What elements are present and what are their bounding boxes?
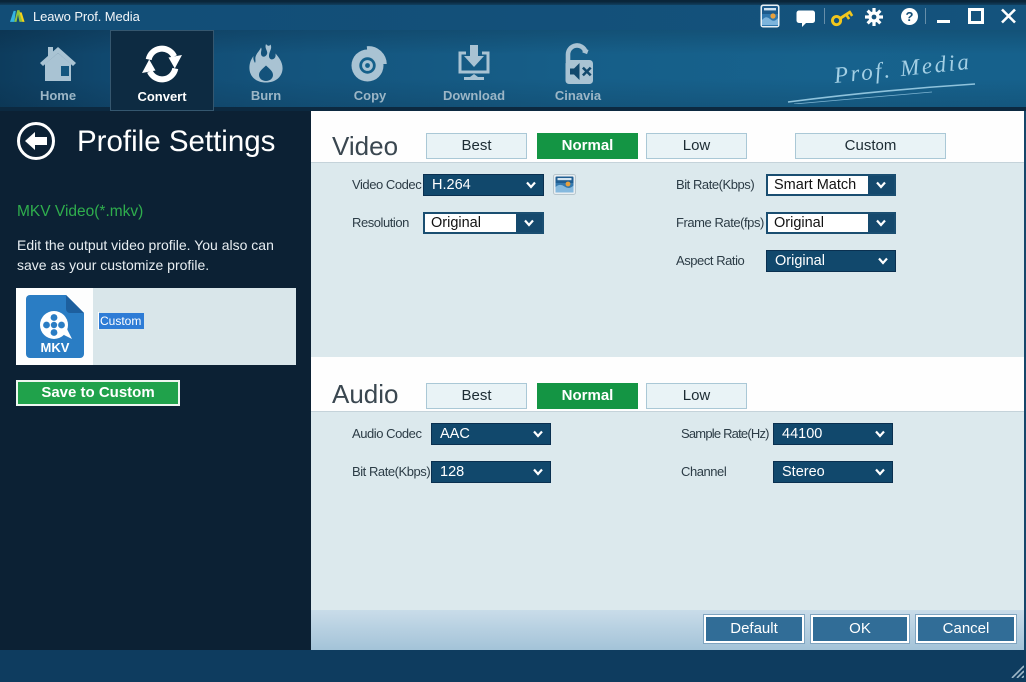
svg-text:MKV: MKV xyxy=(41,340,70,355)
svg-text:Prof. Media: Prof. Media xyxy=(832,49,973,88)
